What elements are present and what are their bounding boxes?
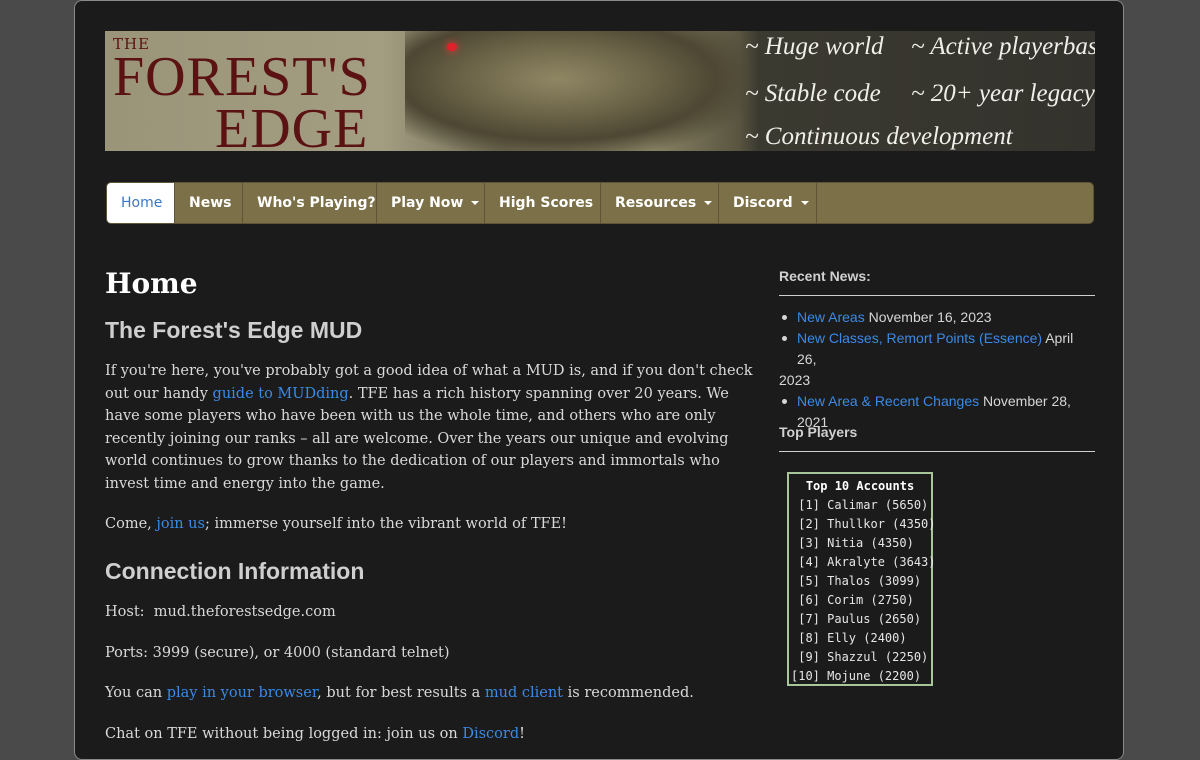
main-nav: Home News Who's Playing? Play Now High S… [106,182,1094,224]
nav-resources-label: Resources [615,195,697,211]
table-row: [1] Calimar (5650) [791,498,929,512]
page-container: THE FOREST'S EDGE ~ Huge world ~ Active … [74,0,1124,760]
table-row: [5] Thalos (3099) [791,574,922,588]
caret-down-icon [704,201,713,205]
play-in-browser-link[interactable]: play in your browser [167,685,317,701]
play-text-mid: , but for best results a [317,685,485,701]
join-us-link[interactable]: join us [156,516,205,532]
table-row: [7] Paulus (2650) [791,612,922,626]
table-row: [9] Shazzul (2250) [791,650,929,664]
nav-whos-playing-label: Who's Playing? [257,195,376,211]
nav-high-scores-label: High Scores [499,195,594,211]
page-title: Home [105,267,198,300]
join-paragraph: Come, join us; immerse yourself into the… [105,513,755,536]
section-title-connection: Connection Information [105,558,365,584]
nav-resources[interactable]: Resources [601,183,719,223]
join-text: Come, [105,516,157,532]
table-row: [6] Corim (2750) [791,593,914,607]
join-text-cont: ; immerse yourself into the vibrant worl… [204,516,567,532]
table-row: [8] Elly (2400) [791,631,907,645]
list-item: New Areas November 16, 2023 [779,307,1095,328]
host-line: Host: mud.theforestsedge.com [105,604,336,620]
divider [779,295,1095,296]
top-accounts-box: Top 10 Accounts [1] Calimar (5650) [2] T… [787,472,936,686]
news-list: New Areas November 16, 2023 New Classes,… [779,307,1095,433]
nav-discord-label: Discord [733,195,793,211]
site-banner[interactable]: THE FOREST'S EDGE ~ Huge world ~ Active … [105,31,1095,151]
caret-down-icon [471,201,480,205]
nav-whos-playing[interactable]: Who's Playing? [243,183,377,223]
play-paragraph: You can play in your browser, but for be… [105,682,755,705]
nav-news[interactable]: News [175,183,243,223]
section-title-mud: The Forest's Edge MUD [105,317,363,343]
recent-news-heading: Recent News: [779,268,871,284]
logo-line2: EDGE [215,98,369,151]
tagline-huge-world: ~ Huge world [745,33,884,60]
play-text-end: is recommended. [563,685,694,701]
guide-link[interactable]: guide to MUDding [213,386,349,402]
mud-client-link[interactable]: mud client [485,685,563,701]
nav-play-now-label: Play Now [391,195,464,211]
table-row: [3] Nitia (4350) [791,536,914,550]
nav-news-label: News [189,195,232,211]
news-link[interactable]: New Area & Recent Changes [797,393,979,409]
dragon-eye [447,43,457,51]
table-row: [2] Thullkor (4350) [791,517,936,531]
nav-home-label: Home [121,195,163,211]
caret-down-icon [800,201,809,205]
play-text: You can [105,685,167,701]
nav-play-now[interactable]: Play Now [377,183,485,223]
table-row: [4] Akralyte (3643) [791,555,936,569]
nav-discord[interactable]: Discord [719,183,817,223]
tagline-active-playerbase: ~ Active playerbase [911,33,1095,60]
top-players-heading: Top Players [779,424,858,440]
news-link[interactable]: New Classes, Remort Points (Essence) [797,330,1042,346]
intro-paragraph: If you're here, you've probably got a go… [105,360,755,495]
tagline-continuous-development: ~ Continuous development [745,123,1013,150]
list-item: New Classes, Remort Points (Essence) Apr… [779,328,1095,391]
tagline-stable-code: ~ Stable code [745,80,881,107]
tagline-year-legacy: ~ 20+ year legacy [911,80,1095,107]
divider [779,451,1095,452]
nav-high-scores[interactable]: High Scores [485,183,601,223]
table-row: [10] Mojune (2200) [791,669,922,683]
news-link[interactable]: New Areas [797,309,865,325]
chat-paragraph: Chat on TFE without being logged in: joi… [105,723,755,746]
top-accounts-title: Top 10 Accounts [805,479,915,493]
ports-line: Ports: 3999 (secure), or 4000 (standard … [105,645,450,661]
nav-home[interactable]: Home [107,183,175,223]
news-date: November 16, 2023 [868,309,992,325]
news-date-cont: 2023 [779,372,811,388]
logo-line1: FOREST'S [113,46,371,108]
